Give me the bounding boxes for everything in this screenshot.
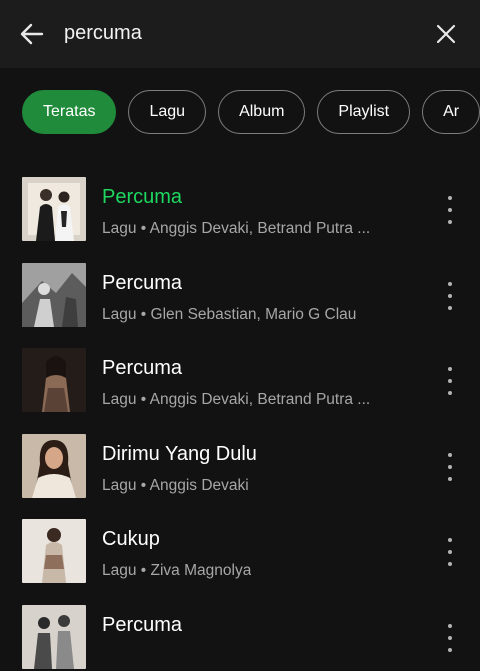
more-vertical-icon: [448, 282, 452, 286]
more-options-button[interactable]: [438, 282, 462, 310]
track-title: Percuma: [102, 272, 182, 295]
more-vertical-icon: [448, 367, 452, 371]
more-options-button[interactable]: [438, 367, 462, 395]
filter-chip-lagu[interactable]: Lagu: [128, 90, 206, 134]
back-button[interactable]: [14, 16, 50, 52]
cover-art: [22, 348, 86, 412]
result-row[interactable]: Percuma Lagu • Anggis Devaki, Betrand Pu…: [0, 329, 480, 415]
track-subtitle: Lagu • Anggis Devaki, Betrand Putra ...: [102, 391, 370, 409]
track-subtitle: Lagu • Ziva Magnolya: [102, 562, 251, 580]
cover-art: [22, 605, 86, 669]
more-options-button[interactable]: [438, 624, 462, 652]
track-title: Cukup: [102, 528, 160, 551]
cover-art: [22, 434, 86, 498]
filter-bar: Teratas Lagu Album Playlist Ar: [0, 68, 480, 158]
result-row[interactable]: Dirimu Yang Dulu Lagu • Anggis Devaki: [0, 415, 480, 501]
search-input[interactable]: percuma: [64, 22, 142, 45]
filter-chip-artis[interactable]: Ar: [422, 90, 480, 134]
more-options-button[interactable]: [438, 196, 462, 224]
track-title: Percuma: [102, 186, 182, 209]
clear-search-button[interactable]: [428, 16, 464, 52]
track-title: Percuma: [102, 614, 182, 637]
more-vertical-icon: [448, 196, 452, 200]
result-row[interactable]: Cukup Lagu • Ziva Magnolya: [0, 500, 480, 586]
close-icon: [434, 22, 458, 46]
result-row[interactable]: Percuma Lagu • Anggis Devaki, Betrand Pu…: [0, 158, 480, 244]
filter-chip-teratas[interactable]: Teratas: [22, 90, 116, 134]
track-title: Percuma: [102, 357, 182, 380]
more-options-button[interactable]: [438, 453, 462, 481]
filter-chip-album[interactable]: Album: [218, 90, 305, 134]
track-subtitle: Lagu • Anggis Devaki, Betrand Putra ...: [102, 220, 370, 238]
result-row[interactable]: Percuma: [0, 586, 480, 671]
track-subtitle: Lagu • Anggis Devaki: [102, 477, 249, 495]
more-options-button[interactable]: [438, 538, 462, 566]
result-row[interactable]: Percuma Lagu • Glen Sebastian, Mario G C…: [0, 244, 480, 330]
search-header: percuma: [0, 0, 480, 68]
track-subtitle: Lagu • Glen Sebastian, Mario G Clau: [102, 306, 356, 324]
filter-chip-playlist[interactable]: Playlist: [317, 90, 410, 134]
results-list: Percuma Lagu • Anggis Devaki, Betrand Pu…: [0, 158, 480, 671]
more-vertical-icon: [448, 453, 452, 457]
cover-art: [22, 177, 86, 241]
track-title: Dirimu Yang Dulu: [102, 443, 257, 466]
more-vertical-icon: [448, 624, 452, 628]
cover-art: [22, 519, 86, 583]
cover-art: [22, 263, 86, 327]
arrow-left-icon: [17, 19, 47, 49]
more-vertical-icon: [448, 538, 452, 542]
